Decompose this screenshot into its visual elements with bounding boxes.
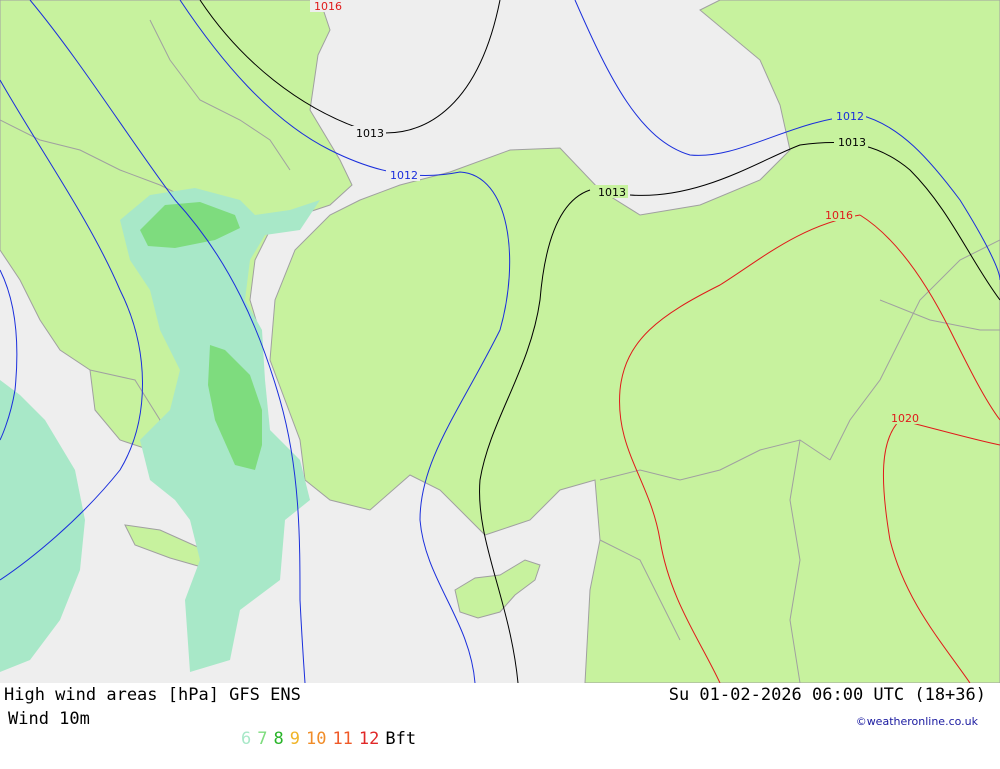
bft-9: 9 [289, 729, 300, 749]
isobar-label-1013-a: 1013 [356, 127, 384, 140]
bft-7: 7 [257, 729, 268, 749]
map-title: High wind areas [hPa] GFS ENS [4, 685, 301, 705]
isobar-label-1013-c: 1013 [598, 186, 626, 199]
map-footer: High wind areas [hPa] GFS ENS Su 01-02-2… [0, 683, 1000, 749]
bft-8: 8 [273, 729, 284, 749]
weather-map: 1016 1013 1012 1012 1013 1013 1016 1020 [0, 0, 1000, 683]
bft-11: 11 [332, 729, 353, 749]
isobar-label-1020: 1020 [891, 412, 919, 425]
credit-link[interactable]: ©weatheronline.co.uk [856, 715, 978, 728]
isobar-label-1012-b: 1012 [836, 110, 864, 123]
bft-10: 10 [305, 729, 327, 749]
bft-unit: Bft [385, 729, 417, 749]
isobar-label-1013-b: 1013 [838, 136, 866, 149]
bft-12: 12 [358, 729, 380, 749]
legend-label: Wind 10m [8, 709, 90, 729]
isobar-label-1012-a: 1012 [390, 169, 418, 182]
bft-scale: 6 7 8 9 10 11 12 Bft [200, 709, 422, 769]
isobar-label-1016-top: 1016 [314, 0, 342, 13]
map-datetime: Su 01-02-2026 06:00 UTC (18+36) [668, 685, 986, 705]
bft-6: 6 [240, 729, 252, 749]
isobar-label-1016-right: 1016 [825, 209, 853, 222]
